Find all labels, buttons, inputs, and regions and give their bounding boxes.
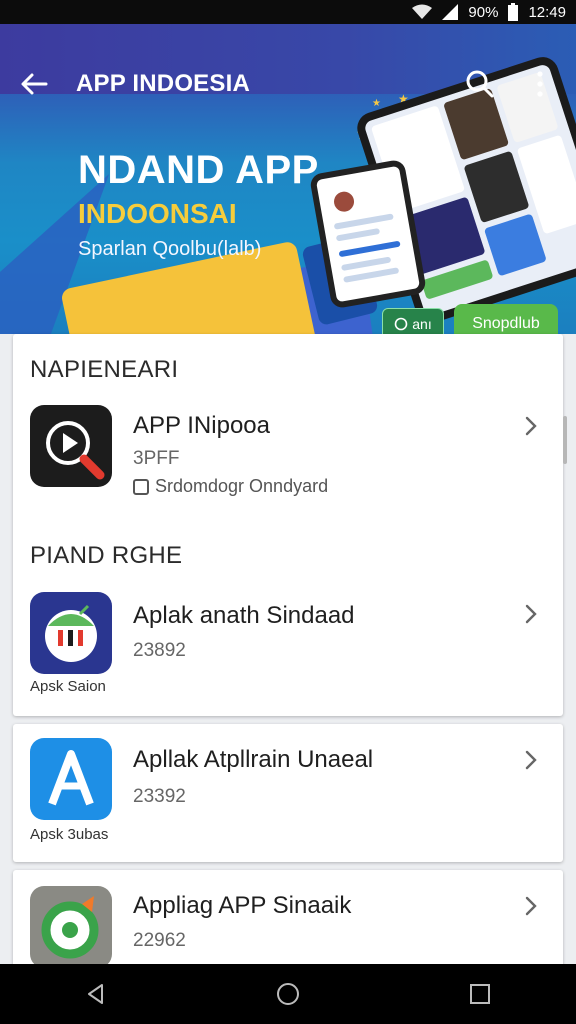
app-name: Appliag APP Sinaaik xyxy=(133,892,352,919)
app-list-item[interactable]: Apsk 3ubas Apllak Atpllrain Unaeal 23392 xyxy=(13,732,563,854)
badge-icon xyxy=(133,478,149,495)
scrollbar[interactable] xyxy=(563,416,567,464)
check-circle-icon xyxy=(394,317,408,331)
battery-percent: 90% xyxy=(468,3,499,21)
app-meta: 23392 xyxy=(133,786,186,807)
battery-icon xyxy=(508,3,519,21)
star-icon: ★ xyxy=(372,98,381,109)
nav-home-icon[interactable] xyxy=(268,974,308,1014)
wifi-icon xyxy=(412,4,433,20)
app-name: Apllak Atpllrain Unaeal xyxy=(133,746,374,773)
chevron-right-icon xyxy=(523,894,539,918)
back-arrow-icon[interactable] xyxy=(18,70,50,98)
green-g-icon xyxy=(30,886,112,964)
hero-headline: NDAND APP xyxy=(78,148,319,192)
app-meta: 23892 xyxy=(133,640,186,661)
app-meta: 3PFF xyxy=(133,448,180,469)
status-bar: 90% 12:49 xyxy=(0,0,576,24)
hero-primary-button[interactable]: Snopdlub xyxy=(454,304,558,334)
chevron-right-icon xyxy=(523,602,539,626)
hero-tagline: Sparlan Qoolbu(lalb) xyxy=(78,238,262,260)
hero-subheadline: INDOONSAI xyxy=(78,198,237,229)
app-list-item[interactable]: APP INipooa 3PFF Srdomdogr Onndyard xyxy=(13,396,563,506)
nav-recents-icon[interactable] xyxy=(460,974,500,1014)
more-vert-icon[interactable] xyxy=(530,68,550,100)
clock: 12:49 xyxy=(528,3,566,21)
app-name: APP INipooa xyxy=(133,412,270,439)
nav-back-icon[interactable] xyxy=(76,974,116,1014)
signal-icon xyxy=(442,4,459,20)
app-subtitle-row: Srdomdogr Onndyard xyxy=(133,476,328,497)
chevron-right-icon xyxy=(523,748,539,772)
video-search-icon xyxy=(30,405,112,487)
hero-banner: ★ ★ ★ APP INDOESIA N xyxy=(0,24,576,334)
app-subtitle: Srdomdogr Onndyard xyxy=(155,476,329,496)
page-title: APP INDOESIA xyxy=(76,70,250,97)
app-list-item[interactable]: Appliag APP Sinaaik 22962 xyxy=(13,878,563,964)
app-icon-caption: Apsk 3ubas xyxy=(30,826,109,843)
hero-secondary-button-label: anı xyxy=(412,316,432,332)
app-name: Aplak anath Sindaad xyxy=(133,602,355,629)
chevron-right-icon xyxy=(523,414,539,438)
android-robot-icon xyxy=(30,592,112,674)
app-list-item[interactable]: Apsk Saion Aplak anath Sindaad 23892 xyxy=(13,586,563,704)
letter-a-icon xyxy=(30,738,112,820)
app-meta: 22962 xyxy=(133,930,186,951)
hero-secondary-button[interactable]: anı xyxy=(382,308,444,334)
system-nav-bar xyxy=(0,964,576,1024)
section-title: PIAND RGHE xyxy=(30,542,183,569)
app-icon-caption: Apsk Saion xyxy=(30,678,106,695)
search-icon[interactable] xyxy=(464,68,496,100)
section-title: NAPIENEARI xyxy=(30,356,179,383)
